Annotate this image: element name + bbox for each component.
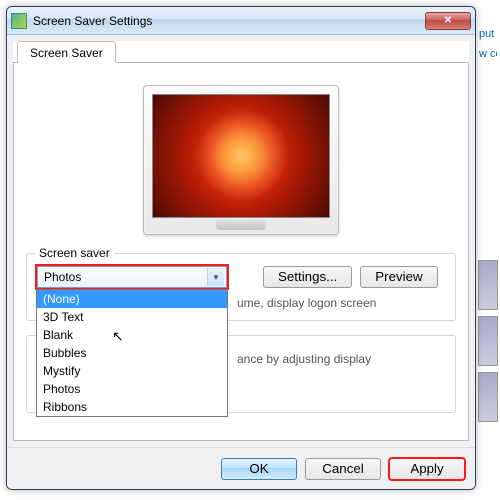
bg-thumbnail[interactable] xyxy=(478,372,498,422)
chevron-down-icon[interactable]: ▼ xyxy=(207,268,224,286)
group-label: Screen saver xyxy=(35,246,114,260)
window-title: Screen Saver Settings xyxy=(33,14,425,28)
settings-button[interactable]: Settings... xyxy=(263,266,352,288)
bg-thumbnail[interactable] xyxy=(478,316,498,366)
power-text-fragment: ance by adjusting display xyxy=(237,352,445,366)
screensaver-dropdown: (None) 3D Text Blank Bubbles Mystify Pho… xyxy=(36,289,228,417)
screensaver-preview-image xyxy=(152,94,330,218)
preview-button[interactable]: Preview xyxy=(360,266,437,288)
screen-saver-dialog: Screen Saver Settings ✕ Screen Saver Scr… xyxy=(6,6,476,490)
combobox-value: Photos xyxy=(44,270,81,284)
tab-screen-saver[interactable]: Screen Saver xyxy=(17,41,116,63)
monitor-base xyxy=(216,220,266,230)
dropdown-option-photos[interactable]: Photos xyxy=(37,380,227,398)
dropdown-option-bubbles[interactable]: Bubbles xyxy=(37,344,227,362)
cancel-button[interactable]: Cancel xyxy=(305,458,381,480)
client-area: Screen Saver Screen saver Photos ▼ (None… xyxy=(13,41,469,441)
dropdown-option-mystify[interactable]: Mystify xyxy=(37,362,227,380)
resume-checkbox-label-fragment: ume, display logon screen xyxy=(237,296,445,310)
tab-body: Screen saver Photos ▼ (None) 3D Text Bla… xyxy=(13,62,469,441)
close-button[interactable]: ✕ xyxy=(425,12,471,30)
dropdown-option-none[interactable]: (None) xyxy=(37,290,227,308)
app-icon xyxy=(11,13,27,29)
monitor-preview xyxy=(143,85,339,235)
background-panel: put w col xyxy=(475,20,500,480)
dropdown-option-blank[interactable]: Blank xyxy=(37,326,227,344)
close-icon: ✕ xyxy=(444,15,452,26)
titlebar[interactable]: Screen Saver Settings ✕ xyxy=(7,7,475,35)
screensaver-combobox[interactable]: Photos ▼ (None) 3D Text Blank Bubbles My… xyxy=(37,266,227,288)
bg-thumbnail[interactable] xyxy=(478,260,498,310)
preview-area xyxy=(26,75,456,245)
dropdown-option-ribbons[interactable]: Ribbons xyxy=(37,398,227,416)
apply-button[interactable]: Apply xyxy=(389,458,465,480)
bg-link-1[interactable]: put xyxy=(479,28,497,40)
dialog-footer: OK Cancel Apply xyxy=(7,447,475,489)
ok-button[interactable]: OK xyxy=(221,458,297,480)
dropdown-option-3dtext[interactable]: 3D Text xyxy=(37,308,227,326)
screensaver-group: Screen saver Photos ▼ (None) 3D Text Bla… xyxy=(26,253,456,321)
bg-link-2[interactable]: w col xyxy=(479,48,497,60)
